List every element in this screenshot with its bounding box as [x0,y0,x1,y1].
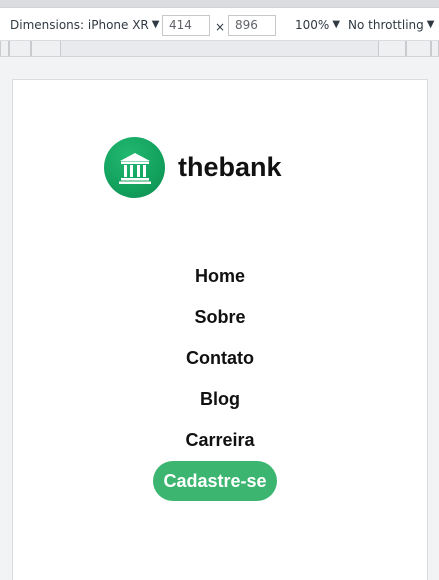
dimensions-dropdown[interactable]: Dimensions: iPhone XR ▼ [10,8,159,41]
nav-blog[interactable]: Blog [13,386,427,427]
media-query-segment[interactable] [406,41,431,56]
caret-down-icon: ▼ [332,19,341,30]
width-input[interactable]: 414 [162,15,210,36]
device-toolbar: Dimensions: iPhone XR ▼ 414 × 896 100% ▼… [0,8,439,41]
bank-logo[interactable] [104,137,165,198]
caret-down-icon: ▼ [426,19,435,30]
throttling-dropdown[interactable]: No throttling ▼ [348,8,434,41]
nav-home[interactable]: Home [13,263,427,304]
media-query-segment[interactable] [0,41,9,56]
zoom-label: 100% [295,17,330,32]
media-query-segment[interactable] [9,41,31,56]
throttling-label: No throttling [348,17,424,32]
bank-icon [118,152,151,184]
dimensions-label: Dimensions: iPhone XR [10,17,149,32]
media-query-bar [0,41,439,57]
media-query-segment[interactable] [431,41,439,56]
brand-name[interactable]: thebank [178,152,282,183]
dimension-separator: × [215,20,226,34]
nav-sobre[interactable]: Sobre [13,304,427,345]
signup-button[interactable]: Cadastre-se [153,461,277,501]
viewport-stage: thebank Home Sobre Contato Blog Carreira… [0,57,439,580]
zoom-dropdown[interactable]: 100% ▼ [295,8,340,41]
media-query-segment[interactable] [378,41,406,56]
device-viewport: thebank Home Sobre Contato Blog Carreira… [12,79,428,580]
nav-contato[interactable]: Contato [13,345,427,386]
main-nav: Home Sobre Contato Blog Carreira [13,263,427,468]
height-input[interactable]: 896 [228,15,276,36]
devtools-top-strip [0,0,439,8]
caret-down-icon: ▼ [151,19,160,30]
media-query-segment[interactable] [31,41,61,56]
